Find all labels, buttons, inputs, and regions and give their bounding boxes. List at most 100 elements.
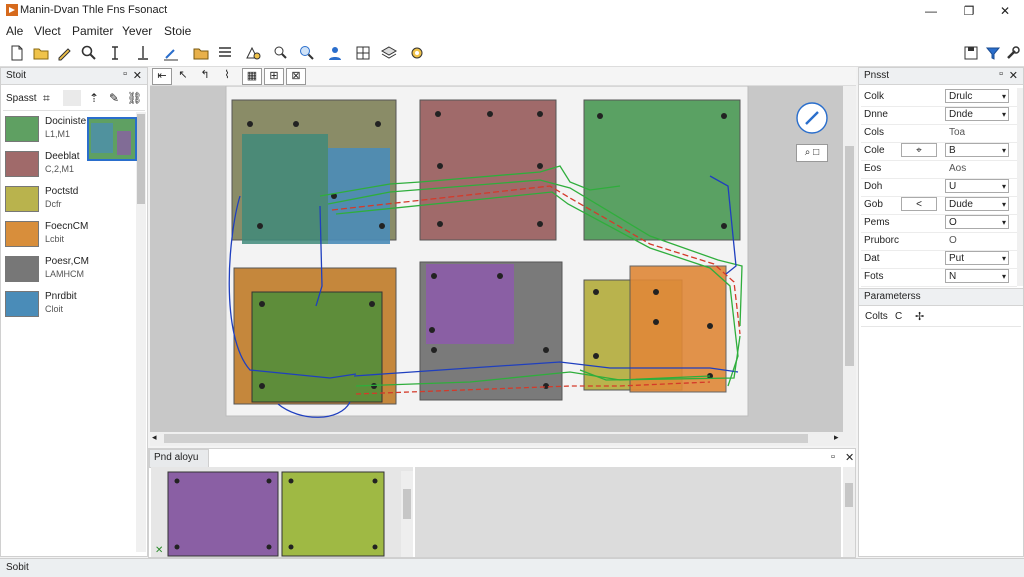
minimize-button[interactable]: — — [914, 2, 948, 20]
layer-item[interactable]: Poctstd Dcfr — [5, 184, 137, 216]
chevron-down-icon[interactable]: ▾ — [1002, 108, 1006, 122]
align-icon[interactable] — [134, 44, 152, 62]
new-file-icon[interactable] — [8, 44, 26, 62]
menu-viewer[interactable]: Yever — [122, 24, 152, 38]
scroll-left-icon[interactable]: ◂ — [152, 432, 157, 443]
preview-module-lime[interactable] — [281, 471, 385, 557]
property-row: Pems O ▾ — [861, 214, 1017, 233]
property-dropdown[interactable]: Put ▾ — [945, 251, 1009, 265]
property-dropdown[interactable]: O ▾ — [945, 215, 1009, 229]
property-row: Cole ⌖ B ▾ — [861, 142, 1017, 161]
wrench-icon[interactable] — [1004, 44, 1022, 62]
canvas-hscrollbar[interactable]: ◂ ▸ — [150, 432, 856, 446]
zoom-fit-button[interactable]: ⌕ □ — [796, 144, 828, 162]
properties-close-icon[interactable]: ✕ — [1009, 69, 1018, 82]
property-dropdown[interactable]: N ▾ — [945, 269, 1009, 283]
canvas-hscroll-thumb[interactable] — [164, 434, 808, 443]
property-label: Dat — [864, 253, 880, 264]
delete-tool-icon[interactable]: ⊠ — [286, 68, 306, 85]
properties-scrollbar[interactable] — [1017, 88, 1023, 286]
chevron-down-icon[interactable]: ▾ — [1002, 270, 1006, 284]
user-icon[interactable] — [326, 44, 344, 62]
property-dropdown[interactable]: B ▾ — [945, 143, 1009, 157]
line-tool-icon[interactable]: ⌇ — [218, 68, 236, 83]
arrow-tool-icon[interactable]: ↖ — [174, 68, 192, 83]
scroll-right-icon[interactable]: ▸ — [834, 432, 839, 443]
bottom-vscrollbar[interactable] — [843, 467, 855, 557]
pcb-canvas[interactable] — [150, 86, 856, 432]
chevron-down-icon[interactable]: ▾ — [1002, 144, 1006, 158]
text-cursor-icon[interactable] — [106, 44, 124, 62]
menu-parameter[interactable]: Pamiter — [72, 24, 113, 38]
module-blue[interactable] — [328, 148, 390, 244]
crop-icon[interactable]: ⌗ — [43, 91, 50, 106]
module-tangerine[interactable] — [629, 265, 727, 393]
preview-module-purple[interactable] — [167, 471, 279, 557]
menu-file[interactable]: Ale — [6, 24, 23, 38]
zoom-icon[interactable] — [272, 44, 290, 62]
preview-close-icon[interactable]: ✕ — [845, 451, 854, 464]
zoom-in-icon[interactable] — [298, 44, 316, 62]
bottom-vscroll-thumb[interactable] — [845, 483, 853, 507]
menu-store[interactable]: Stoie — [164, 24, 191, 38]
pencil-icon[interactable] — [56, 44, 74, 62]
layer-item[interactable]: Pnrdbit Cloit — [5, 289, 137, 321]
layers-scrollbar[interactable] — [136, 112, 146, 552]
property-dropdown[interactable]: Dude ▾ — [945, 197, 1009, 211]
module-green[interactable] — [583, 99, 741, 241]
panel-close-icon[interactable]: ✕ — [133, 69, 142, 82]
canvas-vscroll-thumb[interactable] — [845, 146, 854, 366]
parameters-section-header[interactable]: Parameterss — [859, 288, 1023, 306]
property-stepper[interactable]: < — [901, 197, 937, 211]
maximize-button[interactable]: ❐ — [952, 2, 986, 20]
property-stepper[interactable]: ⌖ — [901, 143, 937, 157]
preview-scrollbar[interactable] — [401, 471, 413, 557]
chevron-down-icon[interactable]: ▾ — [1002, 216, 1006, 230]
drc-tool-icon[interactable]: ⊞ — [264, 68, 284, 85]
chevron-down-icon[interactable]: ▾ — [1002, 180, 1006, 194]
layers-icon[interactable] — [380, 44, 398, 62]
search-icon[interactable] — [80, 44, 98, 62]
module-rose[interactable] — [419, 99, 557, 241]
edit-icon[interactable] — [162, 44, 180, 62]
module-teal[interactable] — [242, 134, 328, 244]
property-dropdown[interactable]: Dnde ▾ — [945, 107, 1009, 121]
preview-tab[interactable]: Pnd aloyu — [149, 449, 209, 468]
colts-add-icon[interactable]: ✢ — [915, 310, 924, 323]
layers-scroll-thumb[interactable] — [137, 114, 145, 204]
property-dropdown[interactable]: Drulc ▾ — [945, 89, 1009, 103]
dock-toggle-icon[interactable]: ▫ — [123, 68, 127, 80]
chevron-down-icon[interactable]: ▾ — [1002, 252, 1006, 266]
close-button[interactable]: ✕ — [988, 2, 1022, 20]
component-tool-icon[interactable]: ▦ — [242, 68, 262, 85]
list-icon[interactable] — [216, 44, 234, 62]
property-value: O — [949, 217, 957, 228]
layer-up-icon[interactable]: ⇡ — [89, 91, 99, 105]
open-folder-icon[interactable] — [32, 44, 50, 62]
select-tool-icon[interactable]: ⇤ — [152, 68, 172, 85]
colts-value[interactable]: C — [895, 311, 902, 322]
folder-icon[interactable] — [192, 44, 210, 62]
route-tool-icon[interactable]: ↰ — [196, 68, 214, 83]
grid-icon[interactable] — [354, 44, 372, 62]
canvas-tool-strip: ⇤ ↖ ↰ ⌇ ▦ ⊞ ⊠ — [150, 67, 856, 86]
layer-item[interactable]: Poesr,CM LAMHCM — [5, 254, 137, 286]
resize-grip-icon[interactable]: ✕ — [155, 545, 163, 556]
settings-icon[interactable] — [408, 44, 426, 62]
filter-icon[interactable] — [984, 44, 1002, 62]
shapes-icon[interactable] — [244, 44, 262, 62]
blank-toggle[interactable] — [63, 90, 81, 106]
preview-dock-icon[interactable]: ▫ — [831, 451, 835, 463]
save-icon[interactable] — [962, 44, 980, 62]
menu-select[interactable]: Vlect — [34, 24, 61, 38]
property-label: Dnne — [864, 109, 888, 120]
layer-subtitle: L1,M1 — [45, 129, 71, 139]
chevron-down-icon[interactable]: ▾ — [1002, 198, 1006, 212]
layer-edit-icon[interactable]: ✎ — [109, 91, 119, 105]
properties-dock-icon[interactable]: ▫ — [999, 68, 1003, 80]
chevron-down-icon[interactable]: ▾ — [1002, 90, 1006, 104]
preview-scroll-thumb[interactable] — [403, 489, 411, 519]
property-dropdown[interactable]: U ▾ — [945, 179, 1009, 193]
layer-item[interactable]: FoecnCM Lcbit — [5, 219, 137, 251]
layer-link-icon[interactable]: ⛓ — [127, 91, 142, 105]
